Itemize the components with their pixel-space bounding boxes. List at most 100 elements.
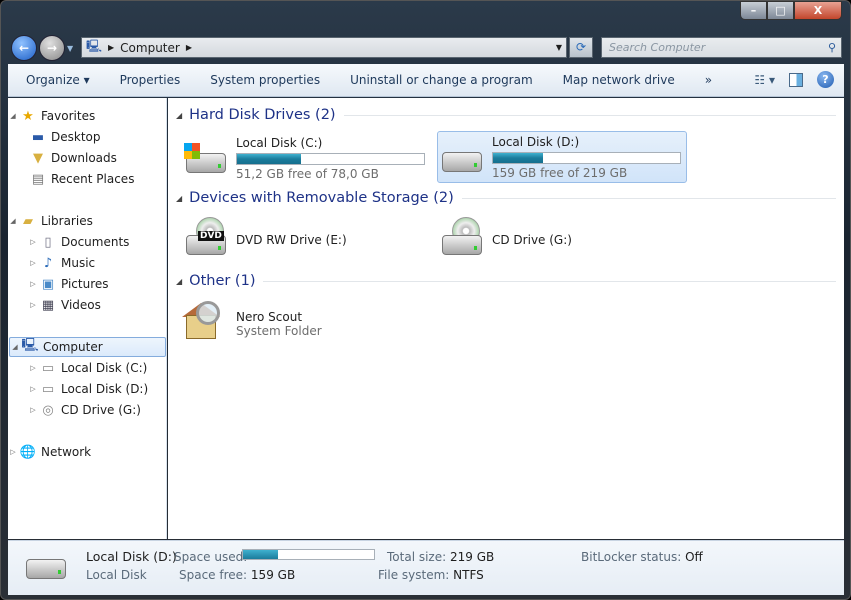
star-icon: ★: [22, 108, 34, 124]
expand-icon[interactable]: ◢: [8, 112, 18, 120]
uninstall-program-button[interactable]: Uninstall or change a program: [335, 73, 548, 87]
expand-icon[interactable]: ▷: [28, 406, 38, 414]
videos-icon: ▦: [41, 297, 55, 313]
details-type: Local Disk: [86, 568, 147, 582]
label: Local Disk (D:): [61, 382, 149, 396]
preview-pane-button[interactable]: [789, 72, 803, 87]
change-view-button[interactable]: ☷ ▾: [754, 73, 775, 87]
network-icon: 🌐: [19, 444, 37, 460]
collapse-icon[interactable]: ◢: [176, 111, 182, 120]
bitlocker-value: Off: [685, 550, 703, 564]
sidebar-item-computer[interactable]: ◢ 🖳 Computer: [9, 337, 166, 357]
drive-name: CD Drive (G:): [492, 233, 572, 247]
desktop-icon: ▬: [31, 129, 45, 145]
recent-places-icon: ▤: [31, 171, 45, 187]
expand-icon[interactable]: ▷: [8, 448, 18, 456]
close-button[interactable]: X: [794, 1, 842, 20]
sidebar-item-favorites[interactable]: ◢ ★ Favorites: [8, 106, 95, 126]
usage-bar: [236, 152, 425, 165]
label: Network: [41, 445, 92, 459]
total-size-value: 219 GB: [449, 550, 495, 564]
nero-scout-icon: [182, 301, 232, 347]
expand-icon[interactable]: ▷: [28, 259, 38, 267]
label: Local Disk (C:): [61, 361, 148, 375]
expand-icon[interactable]: ◢: [10, 343, 20, 351]
drive-tile-g[interactable]: CD Drive (G:): [438, 214, 688, 266]
label: Pictures: [61, 277, 109, 291]
sidebar-item-videos[interactable]: ▷ ▦ Videos: [28, 295, 101, 315]
dvd-drive-icon: DVD: [182, 217, 232, 263]
search-placeholder: Search Computer: [609, 41, 706, 54]
expand-icon[interactable]: ▷: [28, 364, 38, 372]
address-bar[interactable]: 🖳 ▶ Computer ▶ ▼: [81, 37, 567, 58]
space-used-bar: [242, 549, 375, 560]
explorer-window: – □ X ← → ▼ 🖳 ▶ Computer ▶ ▼ ⟳ Search Co…: [0, 0, 851, 600]
expand-icon[interactable]: ▷: [28, 280, 38, 288]
refresh-button[interactable]: ⟳: [569, 37, 593, 58]
sidebar-item-libraries[interactable]: ◢ ▰ Libraries: [8, 211, 93, 231]
drive-tile-d[interactable]: Local Disk (D:) 159 GB free of 219 GB: [437, 131, 687, 183]
cd-drive-icon: ◎: [42, 402, 54, 418]
search-icon[interactable]: ⚲: [828, 38, 836, 57]
group-header-other[interactable]: ◢ Other (1): [176, 273, 836, 289]
group-title: Devices with Removable Storage (2): [189, 190, 454, 206]
collapse-icon[interactable]: ◢: [176, 194, 182, 203]
sidebar-item-cd-drive-g[interactable]: ▷ ◎ CD Drive (G:): [28, 400, 141, 420]
file-system-label: File system:: [378, 568, 450, 582]
recent-pages-dropdown[interactable]: ▼: [67, 44, 73, 53]
hard-drive-icon: ▭: [41, 381, 55, 397]
group-header-hard-disks[interactable]: ◢ Hard Disk Drives (2): [176, 107, 836, 123]
item-type: System Folder: [236, 324, 322, 338]
drive-name: DVD RW Drive (E:): [236, 233, 347, 247]
drive-name: Local Disk (D:): [492, 134, 580, 149]
drive-tile-c[interactable]: Local Disk (C:) 51,2 GB free of 78,0 GB: [182, 132, 432, 184]
sidebar-item-documents[interactable]: ▷ ▯ Documents: [28, 232, 129, 252]
maximize-button[interactable]: □: [767, 1, 794, 20]
nav-buttons: ← → ▼: [11, 35, 73, 61]
hard-drive-icon: [22, 547, 72, 593]
expand-icon[interactable]: ▷: [28, 385, 38, 393]
back-button[interactable]: ←: [11, 35, 37, 61]
forward-button[interactable]: →: [39, 35, 65, 61]
sidebar-item-recent-places[interactable]: ▤ Recent Places: [28, 169, 135, 189]
expand-icon[interactable]: ◢: [8, 217, 18, 225]
command-bar: Organize ▾ Properties System properties …: [8, 64, 844, 97]
label: Libraries: [41, 214, 93, 228]
system-drive-icon: ▭: [41, 360, 55, 376]
bitlocker-label: BitLocker status:: [581, 550, 682, 564]
sidebar-item-local-disk-c[interactable]: ▷ ▭ Local Disk (C:): [28, 358, 147, 378]
caption-buttons: – □ X: [740, 1, 842, 20]
sidebar-item-music[interactable]: ▷ ♪ Music: [28, 253, 95, 273]
downloads-folder-icon: ▼: [33, 150, 43, 166]
sidebar-item-pictures[interactable]: ▷ ▣ Pictures: [28, 274, 109, 294]
minimize-button[interactable]: –: [740, 1, 767, 20]
breadcrumb-chevron-icon[interactable]: ▶: [186, 43, 192, 52]
expand-icon[interactable]: ▷: [28, 301, 38, 309]
hard-drive-icon: [438, 134, 488, 180]
sidebar-item-local-disk-d[interactable]: ▷ ▭ Local Disk (D:): [28, 379, 148, 399]
computer-icon: 🖳: [21, 338, 39, 353]
expand-icon[interactable]: ▷: [28, 238, 38, 246]
total-size-label: Total size:: [387, 550, 447, 564]
collapse-icon[interactable]: ◢: [176, 277, 182, 286]
organize-button[interactable]: Organize ▾: [8, 73, 105, 87]
breadcrumb-chevron-icon[interactable]: ▶: [108, 43, 114, 52]
group-header-removable[interactable]: ◢ Devices with Removable Storage (2): [176, 190, 836, 206]
search-input[interactable]: Search Computer ⚲: [601, 37, 842, 58]
help-button[interactable]: ?: [817, 71, 834, 88]
address-dropdown-icon[interactable]: ▼: [556, 43, 562, 52]
more-commands-button[interactable]: »: [690, 73, 727, 87]
sidebar-item-network[interactable]: ▷ 🌐 Network: [8, 442, 91, 462]
drive-tile-e[interactable]: DVD DVD RW Drive (E:): [182, 214, 432, 266]
breadcrumb-computer[interactable]: Computer: [120, 41, 180, 55]
details-name: Local Disk (D:): [86, 549, 177, 564]
item-name: Nero Scout: [236, 310, 303, 324]
sidebar-item-desktop[interactable]: ▬ Desktop: [28, 127, 101, 147]
content-pane: ◢ Hard Disk Drives (2) Local Disk (C:) 51…: [168, 98, 844, 539]
system-properties-button[interactable]: System properties: [195, 73, 335, 87]
nero-scout-tile[interactable]: Nero Scout System Folder: [182, 298, 432, 350]
label: Music: [61, 256, 96, 270]
map-network-drive-button[interactable]: Map network drive: [548, 73, 690, 87]
properties-button[interactable]: Properties: [105, 73, 196, 87]
sidebar-item-downloads[interactable]: ▼ Downloads: [28, 148, 117, 168]
